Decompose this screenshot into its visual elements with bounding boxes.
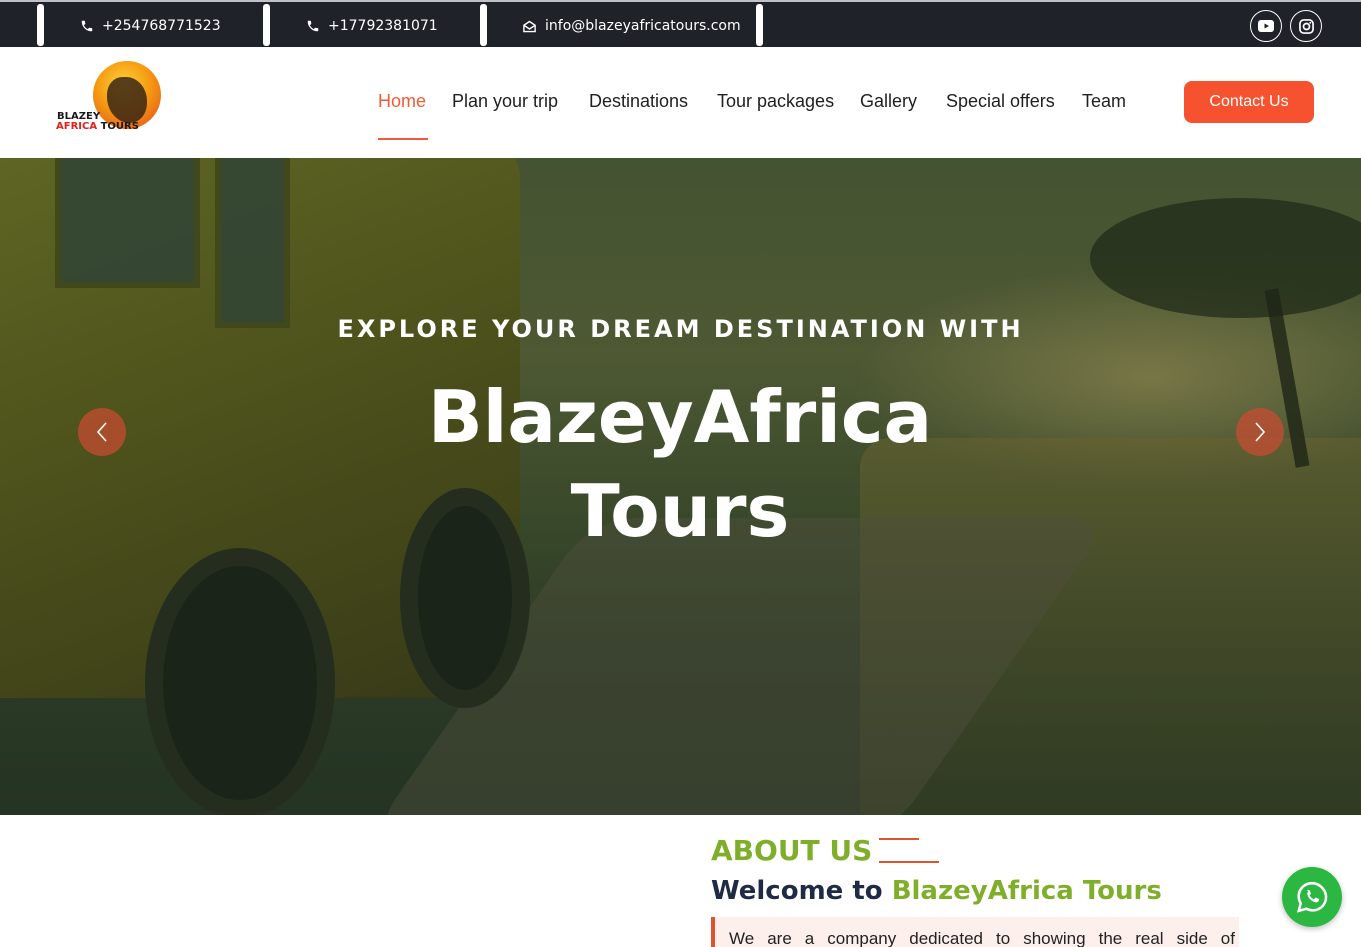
nav-home[interactable]: Home bbox=[378, 91, 426, 112]
chevron-left-icon bbox=[96, 422, 107, 442]
nav-destinations[interactable]: Destinations bbox=[589, 91, 688, 112]
divider bbox=[756, 4, 763, 46]
contact-us-button[interactable]: Contact Us bbox=[1184, 81, 1314, 123]
nav-gallery[interactable]: Gallery bbox=[860, 91, 917, 112]
hero-carousel: EXPLORE YOUR DREAM DESTINATION WITH Blaz… bbox=[0, 158, 1361, 815]
email-contact[interactable]: info@blazeyafricatours.com bbox=[522, 16, 741, 36]
phone-contact-1[interactable]: +254768771523 bbox=[80, 16, 221, 36]
divider bbox=[263, 4, 270, 46]
phone-icon bbox=[307, 20, 319, 32]
about-text-box: We are a company dedicated to showing th… bbox=[711, 917, 1239, 947]
phone-contact-2[interactable]: +17792381071 bbox=[306, 16, 438, 36]
phone-number: +254768771523 bbox=[102, 18, 221, 34]
hero-title: BlazeyAfrica Tours bbox=[427, 375, 933, 553]
carousel-next-button[interactable] bbox=[1236, 408, 1284, 456]
hero-subtitle: EXPLORE YOUR DREAM DESTINATION WITH bbox=[337, 315, 1024, 343]
instagram-icon bbox=[1298, 18, 1314, 34]
divider bbox=[480, 4, 487, 46]
welcome-heading: Welcome to BlazeyAfrica Tours bbox=[711, 876, 1162, 906]
heading-decoration bbox=[879, 838, 919, 840]
nav-team[interactable]: Team bbox=[1082, 91, 1126, 112]
instagram-link[interactable] bbox=[1290, 10, 1322, 42]
carousel-prev-button[interactable] bbox=[78, 408, 126, 456]
logo-emblem bbox=[93, 61, 161, 129]
logo-text-line2: AFRICA TOURS bbox=[56, 121, 139, 132]
youtube-icon bbox=[1258, 20, 1274, 32]
nav-special-offers[interactable]: Special offers bbox=[946, 91, 1055, 112]
envelope-open-icon bbox=[523, 20, 536, 32]
phone-icon bbox=[81, 20, 93, 32]
site-header: BLAZEY AFRICA TOURS Home Plan your trip … bbox=[0, 47, 1361, 158]
logo[interactable]: BLAZEY AFRICA TOURS bbox=[56, 61, 166, 137]
youtube-link[interactable] bbox=[1250, 10, 1282, 42]
whatsapp-chat-button[interactable] bbox=[1282, 867, 1342, 927]
divider bbox=[37, 4, 44, 46]
phone-number: +17792381071 bbox=[328, 18, 438, 34]
top-bar: +254768771523 +17792381071 info@blazeyaf… bbox=[0, 0, 1361, 47]
nav-tour-packages[interactable]: Tour packages bbox=[717, 91, 834, 112]
about-text: We are a company dedicated to showing th… bbox=[729, 929, 1235, 947]
heading-decoration bbox=[879, 861, 939, 863]
chevron-right-icon bbox=[1255, 422, 1266, 442]
about-us-heading: ABOUT US bbox=[711, 834, 873, 867]
active-nav-indicator bbox=[378, 138, 428, 140]
email-address: info@blazeyafricatours.com bbox=[545, 18, 741, 34]
nav-plan-your-trip[interactable]: Plan your trip bbox=[452, 91, 558, 112]
whatsapp-icon bbox=[1296, 881, 1328, 913]
